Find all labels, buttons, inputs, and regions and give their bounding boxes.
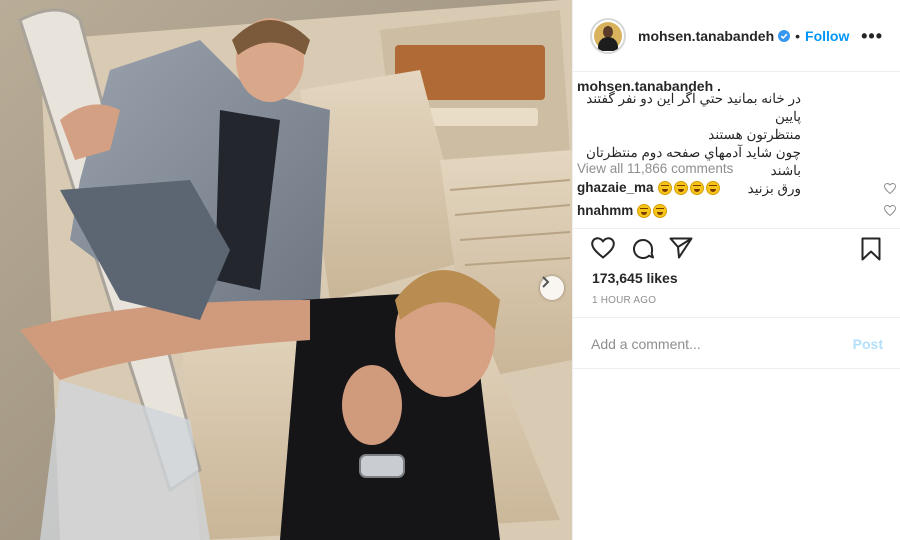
heart-icon[interactable] <box>591 237 615 259</box>
more-options-icon[interactable]: ••• <box>861 26 883 47</box>
comment-username[interactable]: hnahmm <box>577 203 633 218</box>
header-username[interactable]: mohsen.tanabandeh <box>638 28 774 44</box>
post-timestamp[interactable]: 1 HOUR AGO <box>592 295 656 306</box>
like-comment-heart-icon[interactable] <box>884 205 896 216</box>
verified-badge-icon <box>778 29 791 42</box>
comment-composer: Post <box>573 317 900 369</box>
next-photo-button[interactable] <box>540 276 564 300</box>
comment-username[interactable]: ghazaie_ma <box>577 180 654 195</box>
grinning-sweat-emoji-icon <box>637 203 652 218</box>
comment-row: ghazaie_ma <box>577 180 722 195</box>
likes-count[interactable]: 173,645 likes <box>592 270 678 286</box>
post-comment-button[interactable]: Post <box>853 336 883 352</box>
grinning-sweat-emoji-icon <box>705 180 720 195</box>
bookmark-icon[interactable] <box>861 237 881 261</box>
separator-dot: • <box>795 27 801 44</box>
grinning-sweat-emoji-icon <box>657 180 672 195</box>
add-comment-input[interactable] <box>591 332 831 356</box>
follow-button[interactable]: Follow <box>805 28 849 44</box>
grinning-sweat-emoji-icon <box>673 180 688 195</box>
avatar[interactable] <box>590 17 626 54</box>
post-photo[interactable] <box>0 0 572 540</box>
paper-plane-icon[interactable] <box>669 237 693 259</box>
grinning-sweat-emoji-icon <box>653 203 668 218</box>
caption-line: منتظرتون هستند <box>708 127 801 142</box>
caption-line: در خانه بمانيد حتي اگر اين دو نفر گفتند … <box>586 91 801 124</box>
view-all-comments-link[interactable]: View all 11,866 comments <box>577 161 733 176</box>
comment-bubble-icon[interactable] <box>631 237 655 261</box>
grinning-sweat-emoji-icon <box>689 180 704 195</box>
comment-row: hnahmm <box>577 203 669 218</box>
like-comment-heart-icon[interactable] <box>884 183 896 194</box>
photo-illustration <box>0 0 572 540</box>
chevron-right-icon <box>542 276 550 288</box>
post-side-panel: mohsen.tanabandeh • Follow ••• mohsen.ta… <box>572 0 900 540</box>
post-header: mohsen.tanabandeh • Follow ••• <box>573 0 900 72</box>
actions-divider <box>573 228 900 229</box>
